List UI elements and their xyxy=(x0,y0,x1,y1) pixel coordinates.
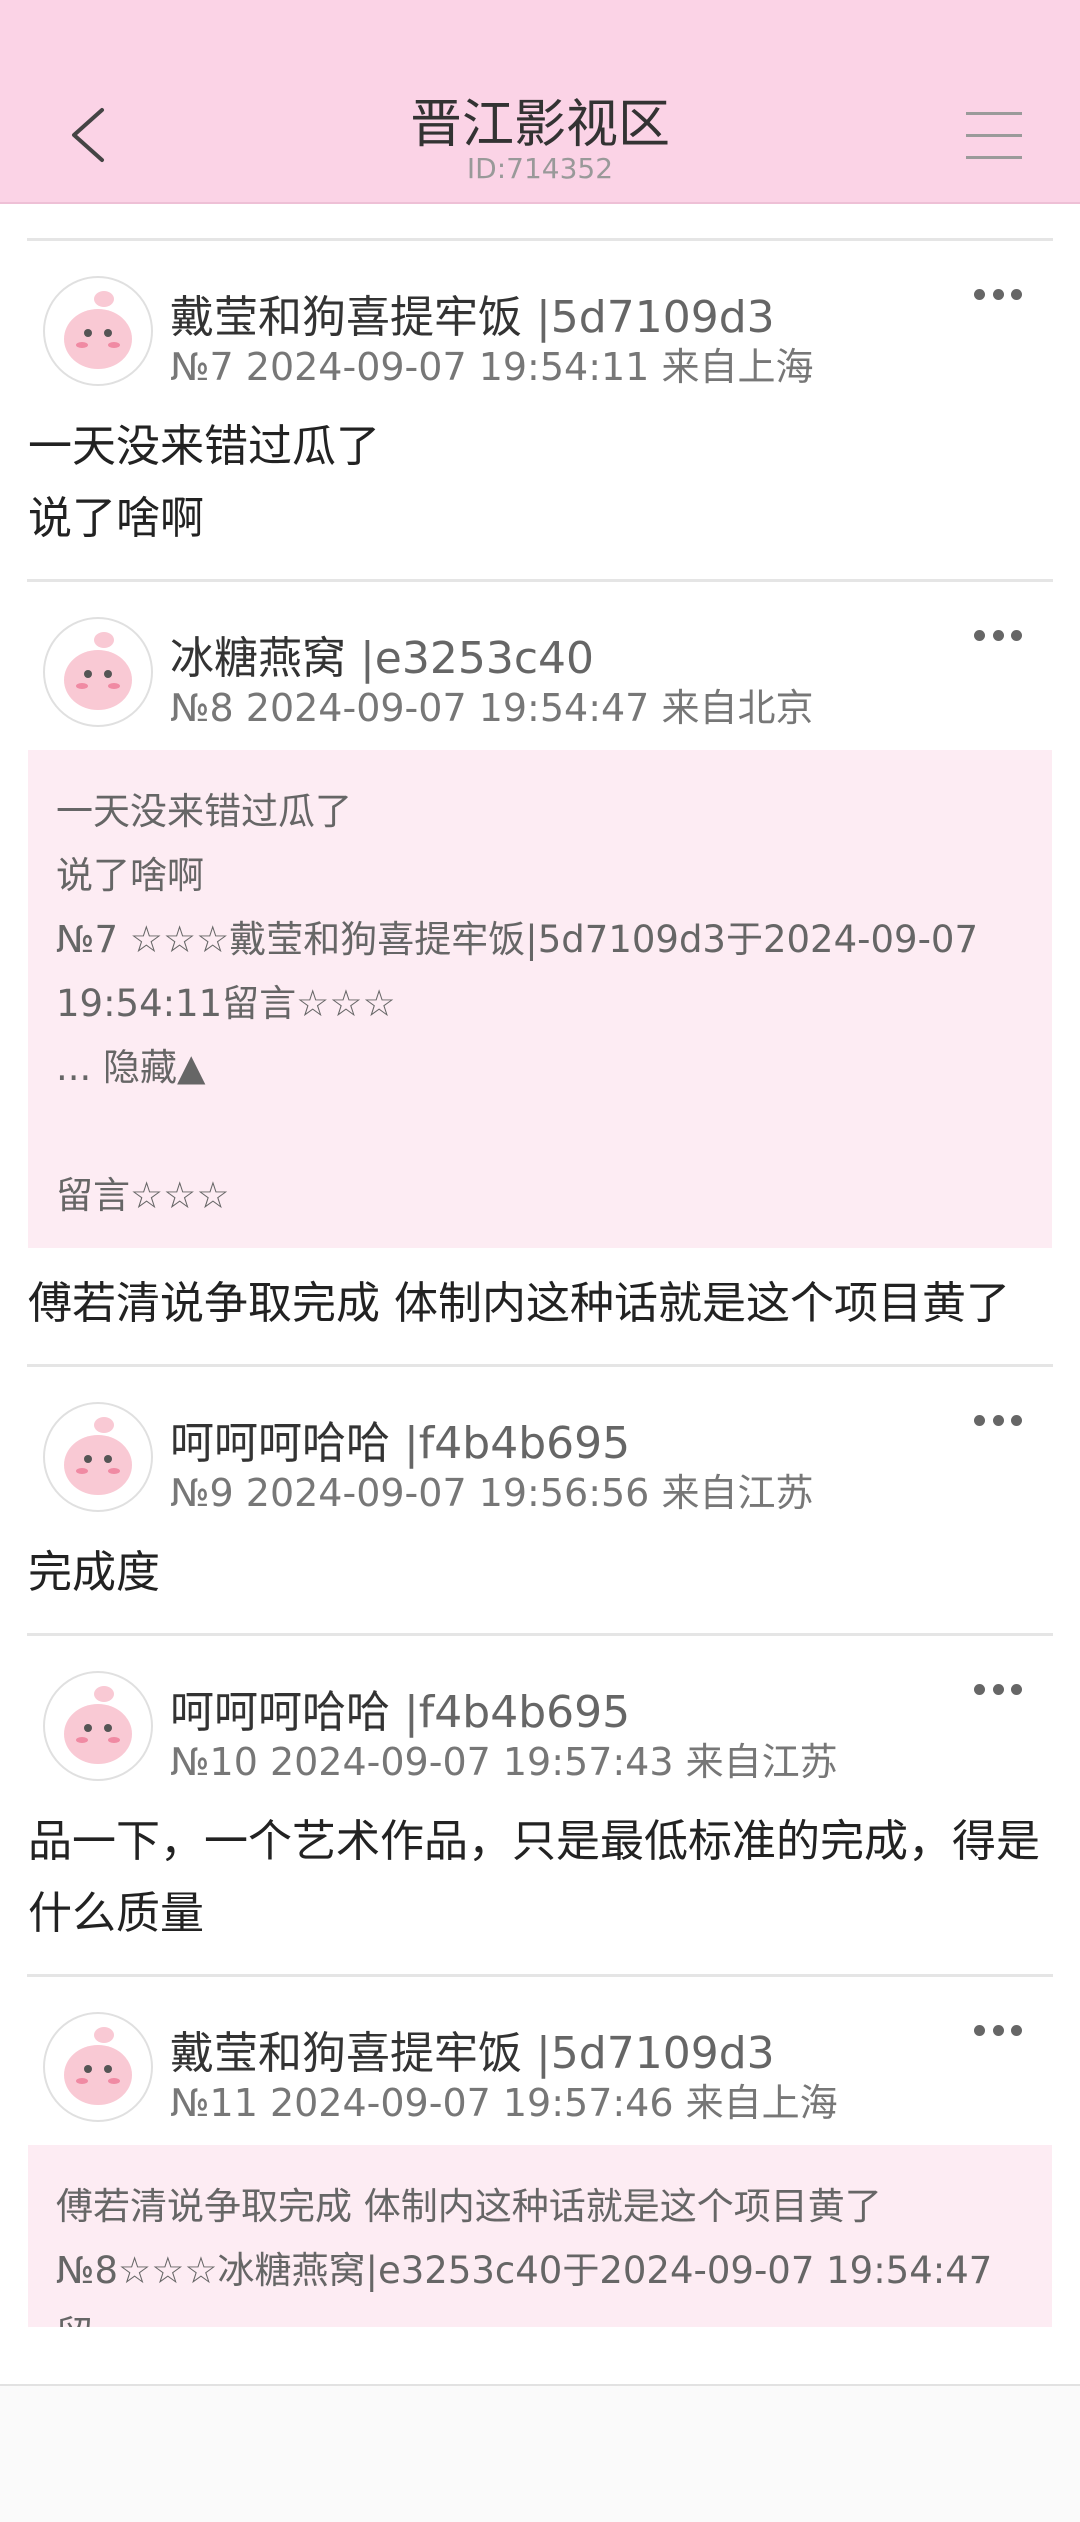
quoted-reply: 一天没来错过瓜了 说了啥啊 №7 ☆☆☆戴莹和狗喜提牢饭|5d7109d3于20… xyxy=(28,750,1052,1248)
post-item: 呵呵呵哈哈 |f4b4b695 №10 2024-09-07 19:57:43 … xyxy=(0,1636,1080,1974)
post-content: 一天没来错过瓜了 说了啥啊 xyxy=(28,421,380,544)
bottom-bar xyxy=(0,2384,1080,2522)
quote-tail: 留言☆☆☆ xyxy=(56,1174,230,1217)
post-meta: №11 2024-09-07 19:57:46 来自上海 xyxy=(170,2081,838,2125)
post-item: 戴莹和狗喜提牢饭 |5d7109d3 №11 2024-09-07 19:57:… xyxy=(0,1977,1080,2327)
more-options-icon[interactable] xyxy=(974,289,1022,309)
post-content: 品一下，一个艺术作品，只是最低标准的完成，得是什么质量 xyxy=(28,1816,1040,1939)
avatar[interactable] xyxy=(42,2011,154,2123)
menu-icon xyxy=(966,112,1022,115)
post-meta: №8 2024-09-07 19:54:47 来自北京 xyxy=(170,686,814,730)
page-title: 晋江影视区 xyxy=(409,95,670,155)
quoted-reply: 傅若清说争取完成 体制内这种话就是这个项目黄了 №8☆☆☆冰糖燕窝|e3253c… xyxy=(28,2145,1052,2327)
board-id: ID:714352 xyxy=(466,152,614,185)
avatar[interactable] xyxy=(42,616,154,728)
hide-toggle[interactable]: ... 隐藏▲ xyxy=(56,1036,1024,1100)
more-options-icon[interactable] xyxy=(974,2025,1022,2045)
post-content: 完成度 xyxy=(28,1547,160,1598)
post-content: 傅若清说争取完成 体制内这种话就是这个项目黄了 xyxy=(28,1278,1010,1329)
top-bar: 晋江影视区 ID:714352 xyxy=(0,0,1080,204)
post-item: 冰糖燕窝 |e3253c40 №8 2024-09-07 19:54:47 来自… xyxy=(0,582,1080,1364)
avatar[interactable] xyxy=(42,275,154,387)
more-options-icon[interactable] xyxy=(974,630,1022,650)
avatar[interactable] xyxy=(42,1401,154,1513)
post-meta: №10 2024-09-07 19:57:43 来自江苏 xyxy=(170,1740,838,1784)
more-options-icon[interactable] xyxy=(974,1415,1022,1435)
post-item: 呵呵呵哈哈 |f4b4b695 №9 2024-09-07 19:56:56 来… xyxy=(0,1367,1080,1633)
post-item: 戴莹和狗喜提牢饭 |5d7109d3 №7 2024-09-07 19:54:1… xyxy=(0,241,1080,579)
post-meta: №9 2024-09-07 19:56:56 来自江苏 xyxy=(170,1471,814,1515)
post-meta: №7 2024-09-07 19:54:11 来自上海 xyxy=(170,345,814,389)
post-list: 戴莹和狗喜提牢饭 |5d7109d3 №7 2024-09-07 19:54:1… xyxy=(0,202,1080,2327)
menu-button[interactable] xyxy=(966,112,1022,162)
avatar[interactable] xyxy=(42,1670,154,1782)
more-options-icon[interactable] xyxy=(974,1684,1022,1704)
quote-text: 一天没来错过瓜了 说了啥啊 №7 ☆☆☆戴莹和狗喜提牢饭|5d7109d3于20… xyxy=(56,790,979,1025)
